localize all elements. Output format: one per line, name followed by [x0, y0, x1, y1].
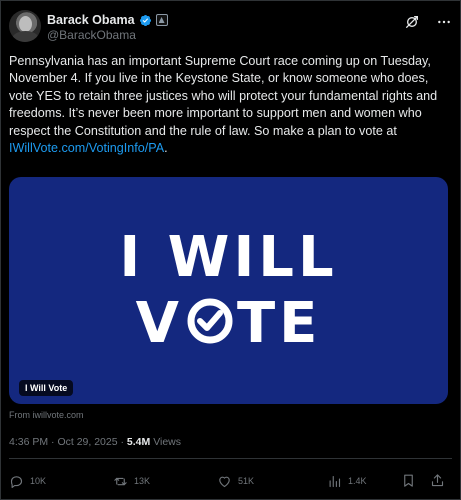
views-button[interactable]: 1.4K — [327, 472, 367, 490]
card-source[interactable]: From iwillvote.com — [9, 410, 84, 420]
voting-info-link[interactable]: IWillVote.com/VotingInfo/PA — [9, 141, 164, 155]
link-card-image[interactable]: I WILL V TE I Will Vote — [9, 177, 448, 404]
reply-button[interactable]: 10K — [9, 472, 46, 490]
author-display-name[interactable]: Barack Obama — [47, 13, 135, 27]
like-button[interactable]: 51K — [217, 472, 254, 490]
media-headline-line2: V TE — [9, 292, 448, 356]
action-bar: 10K 13K 51K 1.4K — [9, 472, 452, 490]
tweet-text-end: . — [164, 141, 168, 156]
divider — [9, 458, 452, 459]
repost-count: 13K — [134, 476, 151, 486]
reply-icon — [10, 475, 23, 488]
media-headline-suffix: TE — [236, 291, 322, 356]
government-affiliation-icon[interactable] — [155, 14, 168, 26]
repost-button[interactable]: 13K — [113, 472, 150, 490]
tweet-meta: 4:36 PM · Oct 29, 2025 · 5.4M Views — [9, 436, 181, 448]
author-name-line: Barack Obama — [47, 12, 168, 28]
views-action-count: 1.4K — [348, 476, 367, 486]
reply-count: 10K — [30, 476, 47, 486]
media-headline-prefix: V — [135, 291, 183, 356]
avatar[interactable] — [9, 10, 41, 42]
tweet-text-body: Pennsylvania has an important Supreme Co… — [9, 54, 438, 138]
like-icon — [219, 476, 230, 487]
views-label: Views — [153, 436, 182, 448]
tweet-header: Barack Obama @BarackObama — [9, 10, 452, 44]
views-count: 5.4M — [126, 436, 151, 448]
header-actions — [404, 14, 452, 30]
tweet-date[interactable]: Oct 29, 2025 — [57, 436, 117, 448]
meta-separator-2: · — [117, 436, 127, 448]
grok-icon[interactable] — [404, 14, 420, 30]
views-icon — [329, 475, 341, 487]
tweet-time[interactable]: 4:36 PM — [9, 436, 48, 448]
like-count: 51K — [238, 476, 255, 486]
share-icon[interactable] — [430, 473, 445, 488]
author-handle[interactable]: @BarackObama — [47, 28, 136, 42]
repost-icon — [114, 477, 127, 485]
tweet-text: Pennsylvania has an important Supreme Co… — [9, 53, 449, 157]
more-options-icon[interactable] — [436, 14, 452, 30]
media-headline-line1: I WILL — [119, 225, 338, 290]
bookmark-icon[interactable] — [401, 473, 416, 488]
checkmark-circle-icon — [187, 298, 233, 344]
verified-badge-icon — [139, 14, 151, 26]
card-title-label: I Will Vote — [19, 380, 74, 396]
